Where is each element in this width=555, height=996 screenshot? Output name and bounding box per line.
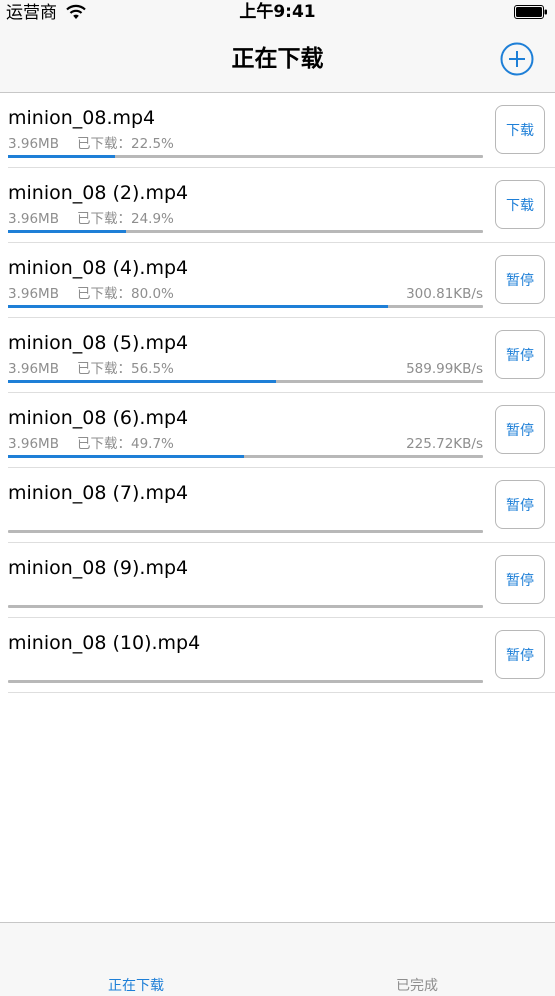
progress-bar [8, 305, 483, 308]
downloaded-percent: 已下载：80.0% [77, 286, 174, 302]
file-name: minion_08 (9).mp4 [8, 557, 189, 579]
status-bar: 运营商 上午9:41 [0, 0, 555, 26]
file-name: minion_08 (10).mp4 [8, 632, 201, 654]
pause-button[interactable]: 暂停 [495, 630, 545, 679]
progress-bar [8, 680, 483, 683]
download-list: minion_08.mp4 3.96MB 已下载：22.5% 下载 minion… [0, 93, 555, 693]
downloaded-percent: 已下载：22.5% [77, 136, 174, 152]
download-button[interactable]: 下载 [495, 180, 545, 229]
add-download-button[interactable] [500, 42, 534, 76]
pause-button[interactable]: 暂停 [495, 330, 545, 379]
progress-bar [8, 530, 483, 533]
progress-fill [8, 230, 127, 233]
navigation-bar: 正在下载 [0, 26, 555, 93]
file-name: minion_08 (5).mp4 [8, 332, 189, 354]
pause-button[interactable]: 暂停 [495, 255, 545, 304]
file-name: minion_08 (4).mp4 [8, 257, 189, 279]
progress-bar [8, 230, 483, 233]
download-row: minion_08 (2).mp4 3.96MB 已下载：24.9% 下载 [8, 168, 555, 243]
progress-fill [8, 380, 277, 383]
progress-fill [8, 155, 115, 158]
file-name: minion_08 (6).mp4 [8, 407, 189, 429]
progress-bar [8, 380, 483, 383]
download-row: minion_08 (4).mp4 3.96MB 已下载：80.0% 300.8… [8, 243, 555, 318]
tab-finished[interactable]: 已完成 [396, 977, 438, 995]
pause-button[interactable]: 暂停 [495, 405, 545, 454]
download-speed: 225.72KB/s [406, 436, 483, 452]
status-time: 上午9:41 [239, 2, 316, 22]
file-name: minion_08.mp4 [8, 107, 156, 129]
download-row: minion_08 (7).mp4 暂停 [8, 468, 555, 543]
pause-button[interactable]: 暂停 [495, 555, 545, 604]
progress-bar [8, 155, 483, 158]
progress-bar [8, 455, 483, 458]
file-size: 3.96MB [8, 211, 59, 227]
download-speed: 589.99KB/s [406, 361, 483, 377]
download-row: minion_08 (9).mp4 暂停 [8, 543, 555, 618]
download-row: minion_08.mp4 3.96MB 已下载：22.5% 下载 [8, 93, 555, 168]
downloaded-percent: 已下载：56.5% [77, 361, 174, 377]
file-size: 3.96MB [8, 436, 59, 452]
downloaded-percent: 已下载：49.7% [77, 436, 174, 452]
pause-button[interactable]: 暂停 [495, 480, 545, 529]
download-row: minion_08 (5).mp4 3.96MB 已下载：56.5% 589.9… [8, 318, 555, 393]
battery-icon [514, 5, 547, 19]
download-button[interactable]: 下载 [495, 105, 545, 154]
downloaded-percent: 已下载：24.9% [77, 211, 174, 227]
tab-bar: 正在下载 已完成 [0, 922, 555, 996]
file-size: 3.96MB [8, 361, 59, 377]
download-speed: 300.81KB/s [406, 286, 483, 302]
file-name: minion_08 (7).mp4 [8, 482, 189, 504]
file-size: 3.96MB [8, 286, 59, 302]
page-title: 正在下载 [231, 46, 324, 72]
file-name: minion_08 (2).mp4 [8, 182, 189, 204]
progress-bar [8, 605, 483, 608]
download-row: minion_08 (6).mp4 3.96MB 已下载：49.7% 225.7… [8, 393, 555, 468]
progress-fill [8, 305, 388, 308]
file-size: 3.96MB [8, 136, 59, 152]
progress-fill [8, 455, 245, 458]
download-row: minion_08 (10).mp4 暂停 [8, 618, 555, 693]
tab-downloading[interactable]: 正在下载 [108, 977, 164, 995]
